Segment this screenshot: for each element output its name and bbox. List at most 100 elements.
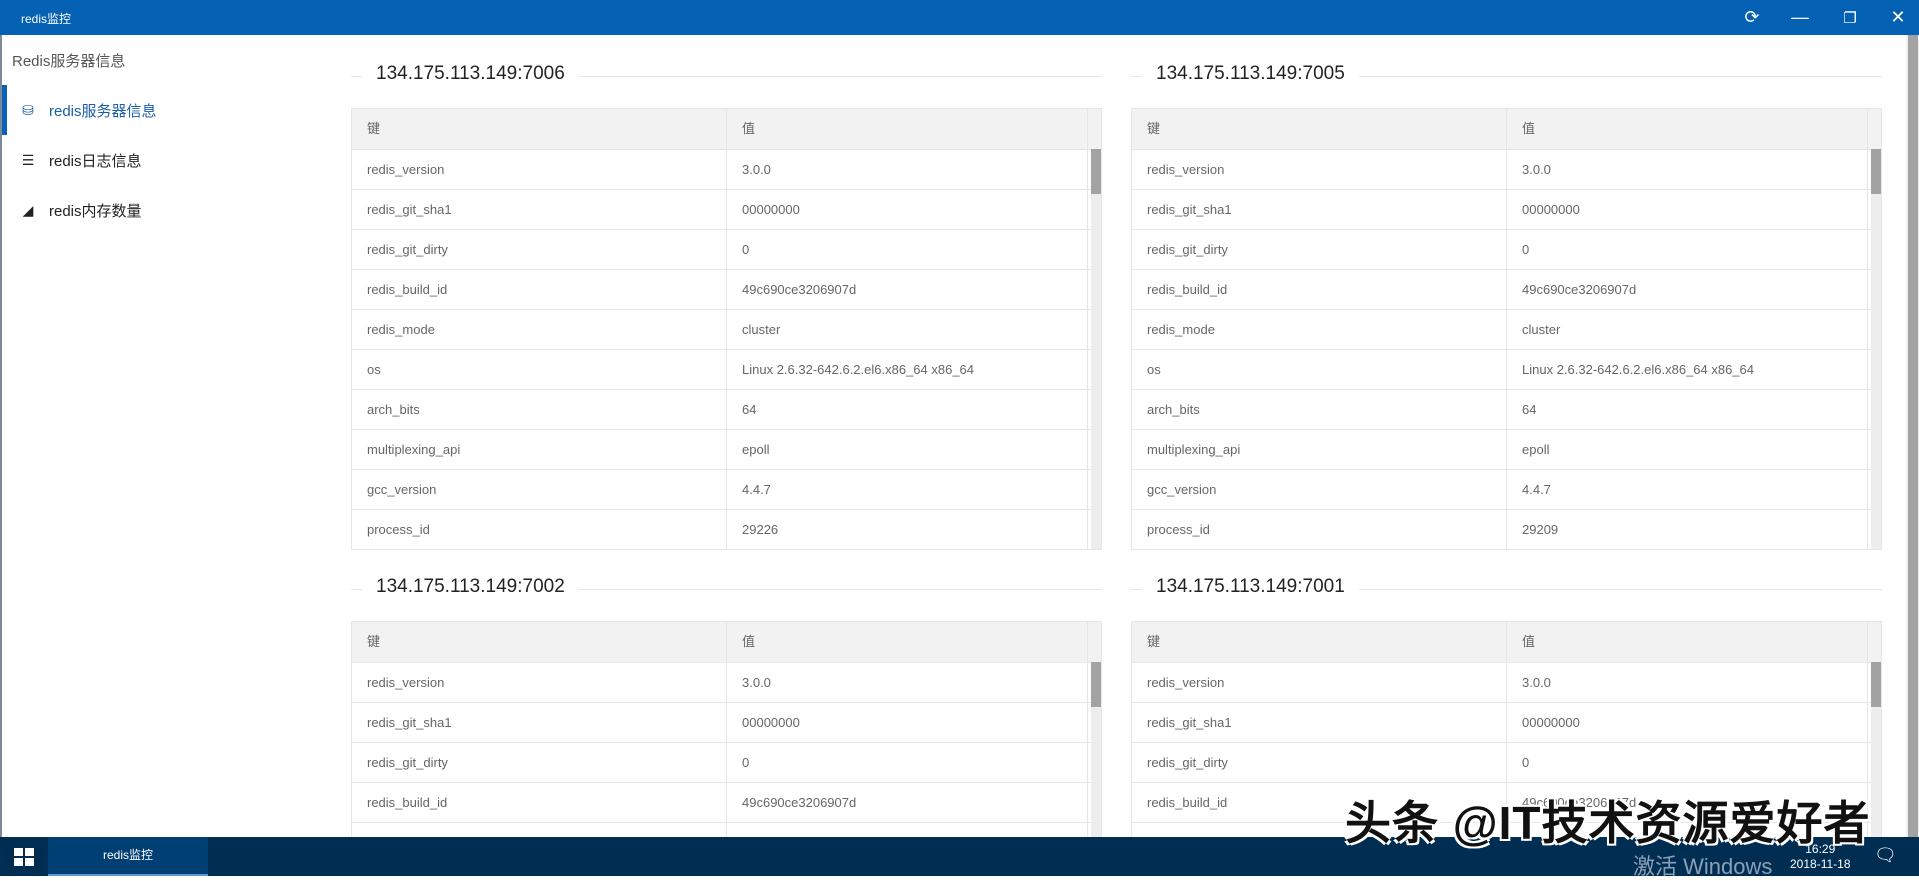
cell-value: cluster — [1507, 310, 1868, 349]
cell-key: arch_bits — [352, 390, 727, 429]
cell-key: process_id — [1132, 510, 1507, 549]
column-value: 值 — [1507, 622, 1868, 662]
table-row: arch_bits 64 — [1132, 389, 1881, 429]
cell-value: 4.4.7 — [1507, 470, 1868, 509]
area-chart-icon: ◢ — [22, 201, 34, 218]
cell-key: redis_git_sha1 — [1132, 703, 1507, 742]
cell-value: 29226 — [727, 510, 1088, 549]
main-content: 134.175.113.149:7006 键值 redis_version 3.0… — [300, 35, 1906, 863]
server-address: 134.175.113.149:7005 — [1142, 63, 1359, 85]
cell-value: 49c690ce3206907d — [1507, 270, 1868, 309]
table-header: 键值 — [352, 109, 1101, 149]
server-title: 134.175.113.149:7006 — [351, 56, 1102, 96]
server-title: 134.175.113.149:7001 — [1131, 569, 1882, 609]
table-row: redis_git_sha1 00000000 — [1132, 702, 1881, 742]
table-body[interactable]: redis_version 3.0.0 redis_git_sha1 00000000… — [352, 662, 1101, 862]
cell-key: redis_mode — [352, 310, 727, 349]
windows-start-icon[interactable] — [14, 848, 34, 866]
cell-value: 0 — [727, 230, 1088, 269]
cell-value: 4.4.7 — [727, 470, 1088, 509]
server-panel: 134.175.113.149:7005 键值 redis_version 3.0… — [1131, 56, 1882, 550]
cell-key: redis_git_dirty — [352, 230, 727, 269]
cell-key: redis_git_dirty — [1132, 743, 1507, 782]
cell-key: redis_build_id — [1132, 270, 1507, 309]
close-icon[interactable]: ✕ — [1876, 0, 1919, 35]
cell-value: cluster — [727, 310, 1088, 349]
server-address: 134.175.113.149:7001 — [1142, 576, 1359, 598]
page-scrollbar[interactable] — [1906, 35, 1919, 837]
sidebar-heading: Redis服务器信息 — [12, 53, 126, 70]
table-scrollbar[interactable] — [1871, 149, 1881, 549]
server-panel: 134.175.113.149:7001 键值 redis_version 3.0… — [1131, 569, 1882, 863]
scrollbar-thumb[interactable] — [1091, 149, 1101, 194]
cell-key: redis_build_id — [352, 783, 727, 822]
table-row: redis_version 3.0.0 — [352, 662, 1101, 702]
watermark: 头条 @IT技术资源爱好者 — [1345, 797, 1871, 849]
cell-key: os — [352, 350, 727, 389]
cell-key: redis_mode — [1132, 310, 1507, 349]
table-row: redis_modecluster — [1132, 309, 1881, 349]
table-row: os Linux 2.6.32-642.6.2.el6.x86_64 x86_64 — [1132, 349, 1881, 389]
restore-icon[interactable]: ❐ — [1828, 0, 1872, 35]
column-key: 键 — [1132, 109, 1507, 149]
table-body[interactable]: redis_version 3.0.0 redis_git_sha1 00000000… — [352, 149, 1101, 549]
cell-key: redis_version — [1132, 150, 1507, 189]
column-value: 值 — [1507, 109, 1868, 149]
taskbar-app-button[interactable]: redis监控 — [48, 837, 208, 876]
table-row: redis_version 3.0.0 — [1132, 662, 1881, 702]
table-scrollbar[interactable] — [1871, 662, 1881, 862]
title-bar: redis监控 ⟳ — ❐ ✕ — [0, 0, 1919, 35]
server-title: 134.175.113.149:7002 — [351, 569, 1102, 609]
cell-key: redis_version — [1132, 663, 1507, 702]
table-row: gcc_version 4.4.7 — [352, 469, 1101, 509]
cell-value: 0 — [727, 743, 1088, 782]
server-info-table: 键值 redis_version 3.0.0 redis_git_sha1 00000… — [351, 621, 1102, 863]
server-panel: 134.175.113.149:7006 键值 redis_version 3.0… — [351, 56, 1102, 550]
table-scrollbar[interactable] — [1091, 149, 1101, 549]
table-header: 键值 — [1132, 109, 1881, 149]
cell-value: 29209 — [1507, 510, 1868, 549]
table-row: process_id 29226 — [352, 509, 1101, 549]
minimize-icon[interactable]: — — [1778, 0, 1822, 35]
scrollbar-thumb[interactable] — [1091, 662, 1101, 707]
sidebar-item-label: redis服务器信息 — [49, 102, 157, 120]
table-row: redis_build_id 49c690ce3206907d — [1132, 269, 1881, 309]
sidebar-item-memory[interactable]: ◢ redis内存数量 — [2, 185, 300, 235]
cell-value: 0 — [1507, 230, 1868, 269]
scrollbar-thumb[interactable] — [1871, 662, 1881, 707]
cell-value: epoll — [727, 430, 1088, 469]
refresh-icon[interactable]: ⟳ — [1730, 0, 1774, 35]
sidebar-item-log-info[interactable]: ☰ redis日志信息 — [2, 135, 300, 185]
clock-date: 2018-11-18 — [1790, 857, 1851, 871]
table-row: redis_git_sha1 00000000 — [1132, 189, 1881, 229]
column-key: 键 — [1132, 622, 1507, 662]
sidebar-item-server-info[interactable]: ⛁ redis服务器信息 — [2, 85, 300, 135]
table-row: multiplexing_api epoll — [352, 429, 1101, 469]
cell-value: epoll — [1507, 430, 1868, 469]
table-scrollbar[interactable] — [1091, 662, 1101, 862]
cell-value: 00000000 — [727, 190, 1088, 229]
notification-icon[interactable]: 🗨 — [1874, 845, 1897, 866]
table-row: redis_modecluster — [352, 309, 1101, 349]
cell-key: redis_version — [352, 150, 727, 189]
table-row: redis_git_dirty 0 — [352, 229, 1101, 269]
server-info-table: 键值 redis_version 3.0.0 redis_git_sha1 00000… — [1131, 108, 1882, 550]
table-row: redis_build_id 49c690ce3206907d — [352, 269, 1101, 309]
cell-value: 64 — [1507, 390, 1868, 429]
cell-key: multiplexing_api — [1132, 430, 1507, 469]
cell-value: 49c690ce3206907d — [727, 270, 1088, 309]
server-panel: 134.175.113.149:7002 键值 redis_version 3.0… — [351, 569, 1102, 863]
table-row: process_id 29209 — [1132, 509, 1881, 549]
server-address: 134.175.113.149:7002 — [362, 576, 579, 598]
sidebar-item-label: redis日志信息 — [49, 152, 142, 170]
cell-key: redis_git_sha1 — [1132, 190, 1507, 229]
cell-key: multiplexing_api — [352, 430, 727, 469]
table-body[interactable]: redis_version 3.0.0 redis_git_sha1 00000000… — [1132, 149, 1881, 549]
cell-key: os — [1132, 350, 1507, 389]
table-row: redis_version 3.0.0 — [1132, 149, 1881, 189]
cell-value: 3.0.0 — [727, 150, 1088, 189]
server-info-table: 键值 redis_version 3.0.0 redis_git_sha1 00000… — [351, 108, 1102, 550]
cell-key: gcc_version — [1132, 470, 1507, 509]
scrollbar-thumb[interactable] — [1871, 149, 1881, 194]
column-value: 值 — [727, 622, 1088, 662]
